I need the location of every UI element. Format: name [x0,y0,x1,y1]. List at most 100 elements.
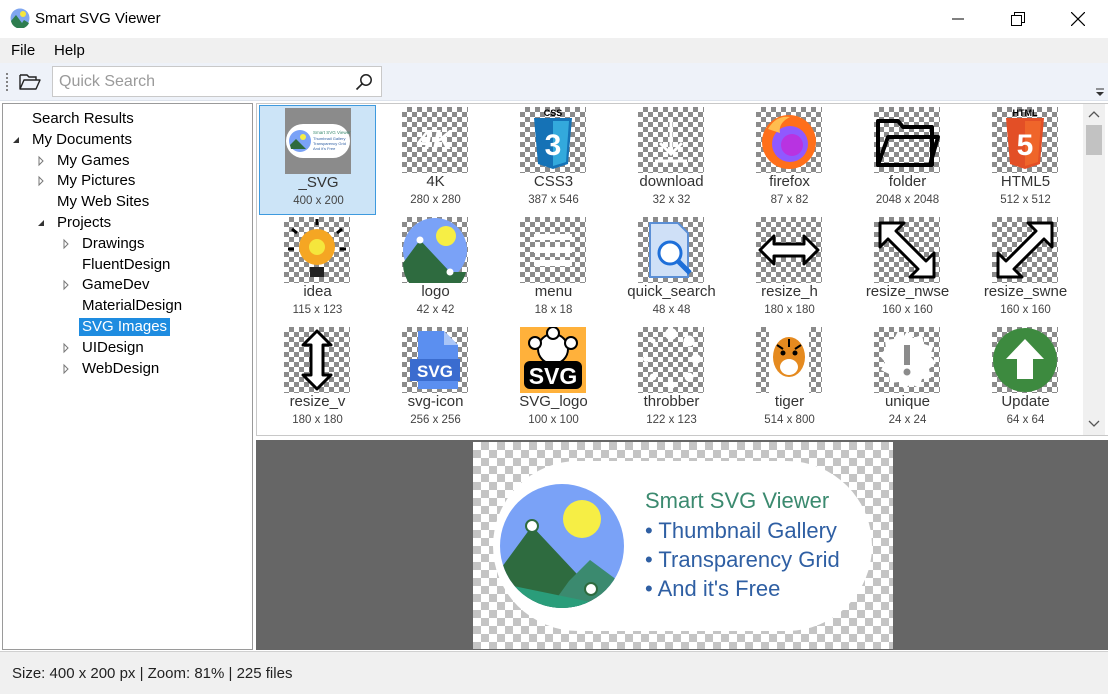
thumbnail-dimensions: 256 x 256 [410,414,461,426]
thumbnail-item[interactable]: unique 24 x 24 [849,325,966,435]
thumbnail-item[interactable]: quick_search 48 x 48 [613,215,730,325]
tree-item-materialdesign[interactable]: MaterialDesign [3,296,243,316]
thumbnail-item[interactable]: throbber 122 x 123 [613,325,730,435]
svg-banner-icon: Smart SVG Viewer Thumbnail Gallery Transpa… [285,108,351,174]
thumbnail-item[interactable]: SVG svg-icon 256 x 256 [377,325,494,435]
collapsed-arrow-icon[interactable] [61,238,71,250]
tree-item-label: GameDev [82,276,150,294]
expanded-arrow-icon[interactable] [36,217,46,229]
tree-item-gamedev[interactable]: GameDev [3,275,243,295]
close-button[interactable] [1048,0,1108,38]
collapsed-arrow-icon[interactable] [61,363,71,375]
quick-search-box[interactable] [52,66,382,97]
gallery-scrollbar[interactable] [1083,104,1105,435]
title-bar: Smart SVG Viewer [0,0,1108,38]
thumbnail-item[interactable]: 4K 4K 280 x 280 [377,105,494,215]
scrollbar-thumb[interactable] [1086,125,1102,155]
thumbnail-name: resize_nwse [865,283,950,300]
thumbnail-name: resize_swne [983,283,1068,300]
tree-item-webdesign[interactable]: WebDesign [3,359,243,379]
thumbnail-dimensions: 64 x 64 [1006,414,1045,426]
thumbnail-item[interactable]: logo 42 x 42 [377,215,494,325]
tree-item-label: UIDesign [82,338,144,356]
tree-item-label: MaterialDesign [82,297,183,315]
tree-item-my-web-sites[interactable]: My Web Sites [3,192,243,212]
preview-pane: Smart SVG Viewer • Thumbnail Gallery • T… [256,440,1108,650]
thumbnail-dimensions: 512 x 512 [1000,194,1051,206]
thumbnail-dimensions: 100 x 100 [528,414,579,426]
search-input[interactable] [59,71,349,93]
thumbnail-item[interactable]: resize_h 180 x 180 [731,215,848,325]
collapsed-arrow-icon[interactable] [36,175,46,187]
collapsed-arrow-icon[interactable] [61,279,71,291]
thumbnail-item[interactable]: Smart SVG Viewer Thumbnail Gallery Transpa… [259,105,376,215]
open-folder-button[interactable] [16,70,44,94]
menu-help[interactable]: Help [54,42,85,59]
search-icon[interactable] [355,73,373,91]
tree-item-projects[interactable]: Projects [3,213,243,233]
svg-text:CSS: CSS [544,108,563,118]
thumbnail-item[interactable]: menu 18 x 18 [495,215,612,325]
tree-item-label: Projects [57,214,112,231]
thumbnail-item[interactable]: firefox 87 x 82 [731,105,848,215]
thumbnail-item[interactable]: download 32 x 32 [613,105,730,215]
thumbnail-name: 4K [426,173,445,190]
preview-bullet-3: • And it's Free [645,576,781,601]
thumbnail-item[interactable]: resize_v 180 x 180 [259,325,376,435]
thumbnail-item[interactable]: folder 2048 x 2048 [849,105,966,215]
thumbnail-item[interactable]: CSS 3 CSS3 387 x 546 [495,105,612,215]
menu-file[interactable]: File [11,42,35,59]
preview-bullet-1: • Thumbnail Gallery [645,518,837,543]
svg-file-icon: SVG [402,327,468,393]
restore-button[interactable] [988,0,1048,38]
tree-item-fluentdesign[interactable]: FluentDesign [3,255,243,275]
unique-icon [874,327,940,393]
thumbnail-item[interactable]: resize_swne 160 x 160 [967,215,1084,325]
restore-icon [1011,12,1025,26]
tree-item-uidesign[interactable]: UIDesign [3,338,243,358]
toolbar-grip[interactable] [6,72,8,92]
tree-item-svg-images[interactable]: SVG Images [3,317,243,337]
tree-item-my-documents[interactable]: My Documents [3,130,243,150]
thumbnail-item[interactable]: SVG SVG_logo 100 x 100 [495,325,612,435]
tree-item-search-results[interactable]: Search Results [3,109,243,129]
toolbar-overflow-icon[interactable] [1095,87,1105,97]
scroll-down-icon[interactable] [1088,420,1100,428]
thumbnail-item[interactable]: Update 64 x 64 [967,325,1084,435]
svg-text:3: 3 [545,129,562,162]
thumbnail-name: logo [421,283,450,300]
thumbnail-dimensions: 2048 x 2048 [875,194,940,206]
minimize-icon [952,18,964,20]
thumbnail-dimensions: 160 x 160 [882,304,933,316]
throbber-icon [638,327,704,393]
thumbnail-name: menu [534,283,573,300]
tree-item-drawings[interactable]: Drawings [3,234,243,254]
collapsed-arrow-icon[interactable] [61,342,71,354]
thumbnail-item[interactable]: idea 115 x 123 [259,215,376,325]
thumbnail-name: Update [1001,393,1050,410]
folder-tree[interactable]: Search Results My Documents My Games My Pic… [2,103,253,650]
thumbnail-dimensions: 32 x 32 [652,194,691,206]
thumbnail-item[interactable]: tiger 514 x 800 [731,325,848,435]
thumbnail-gallery[interactable]: Smart SVG Viewer Thumbnail Gallery Transpa… [256,103,1108,436]
thumbnail-name: resize_h [761,283,818,300]
thumbnail-name: throbber [643,393,700,410]
thumbnail-dimensions: 280 x 280 [410,194,461,206]
tree-item-my-games[interactable]: My Games [3,151,243,171]
menu-bar: File Help [0,38,1108,63]
thumbnail-name: CSS3 [533,173,574,190]
thumbnail-name: SVG_logo [519,393,588,410]
scroll-up-icon[interactable] [1088,110,1100,118]
thumbnail-dimensions: 115 x 123 [292,304,343,316]
expanded-arrow-icon[interactable] [11,134,21,146]
collapsed-arrow-icon[interactable] [36,155,46,167]
thumbnail-dimensions: 180 x 180 [292,414,343,426]
thumbnail-item[interactable]: HTML 5 HTML5 512 x 512 [967,105,1084,215]
minimize-button[interactable] [928,0,988,38]
tree-item-my-pictures[interactable]: My Pictures [3,171,243,191]
preview-image: Smart SVG Viewer • Thumbnail Gallery • T… [493,461,872,631]
tree-item-label: WebDesign [82,359,160,377]
thumbnail-item[interactable]: resize_nwse 160 x 160 [849,215,966,325]
window-title: Smart SVG Viewer [35,10,161,27]
resize-nwse-icon [874,217,940,283]
